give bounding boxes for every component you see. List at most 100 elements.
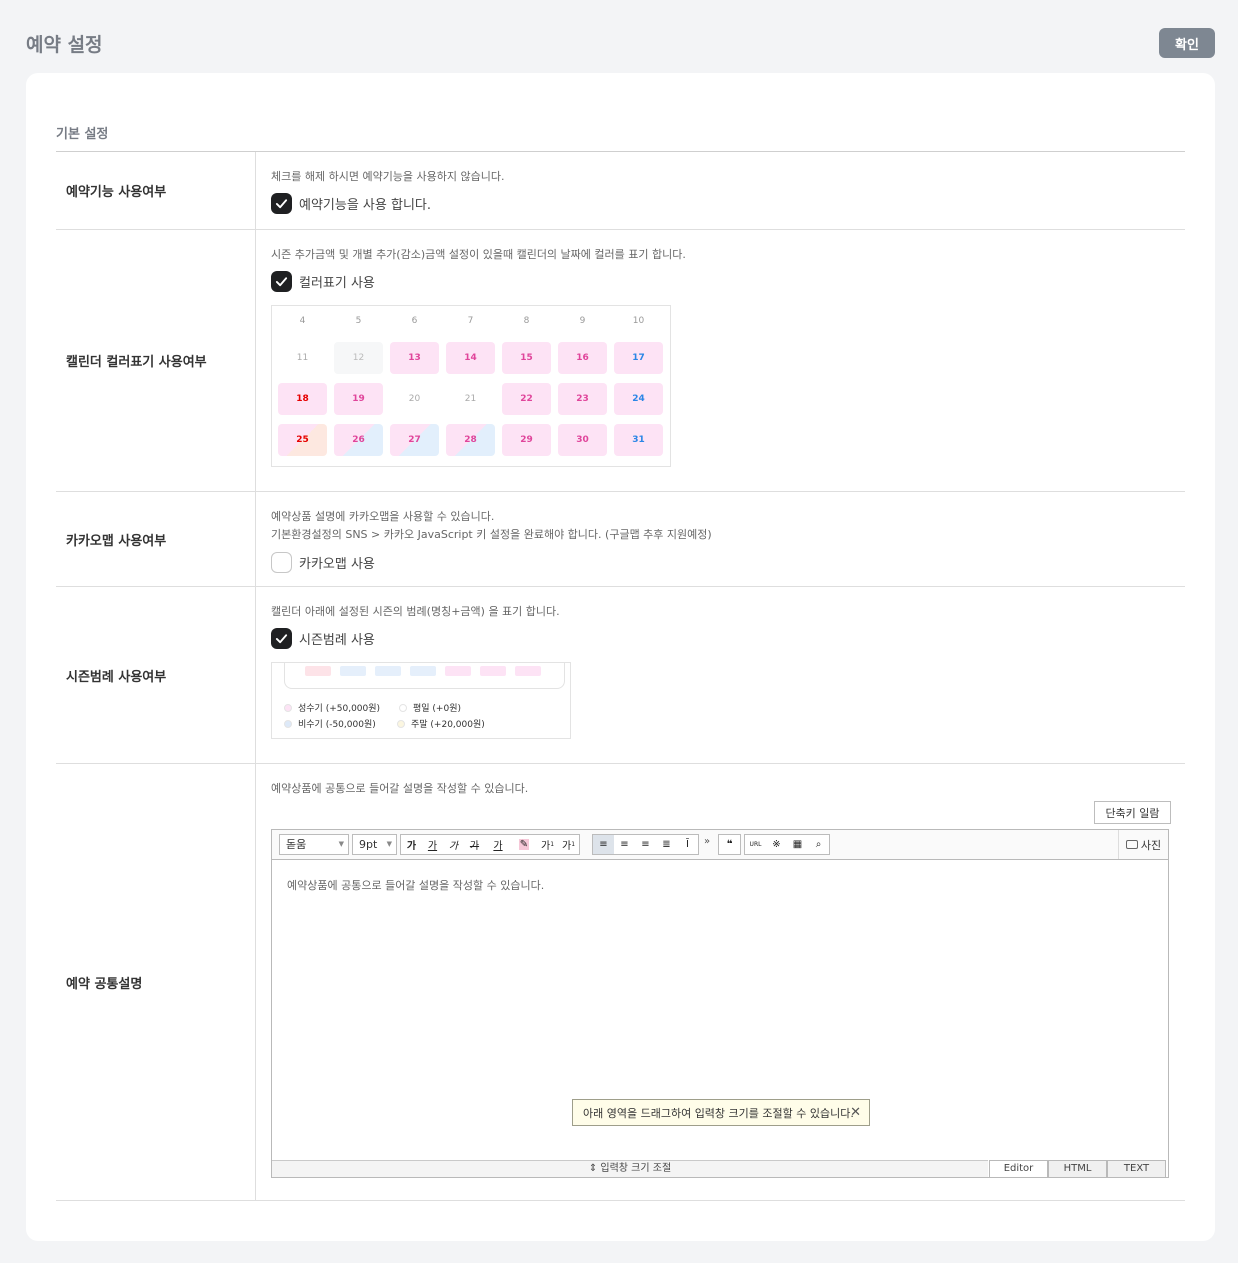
shortcut-list-button[interactable]: 단축키 일람: [1094, 801, 1171, 824]
font-size-value: 9pt: [359, 838, 378, 851]
check-icon: [275, 633, 288, 643]
subscript-button[interactable]: 가1: [558, 835, 579, 854]
legend-checkbox[interactable]: [271, 627, 292, 649]
highlight-color-button[interactable]: ✎: [511, 835, 537, 854]
calendar-preview: 4 5 6 7 8 9 10 11 12 13 14 15 16 17 18 19 20 21 22 23 24 25 26…: [271, 305, 671, 467]
find-icon[interactable]: ⌕: [808, 835, 829, 854]
row-calendar-color: 캘린더 컬러표기 사용여부 시즌 추가금액 및 개별 추가(감소)금액 설정이 …: [56, 230, 1185, 492]
check-icon: [275, 276, 288, 286]
color-checkbox-line[interactable]: 컬러표기 사용: [271, 270, 1170, 292]
tab-text[interactable]: TEXT: [1107, 1160, 1166, 1177]
calendar-day: 12: [334, 342, 383, 374]
editor-mode-tabs: Editor HTML TEXT: [989, 1160, 1166, 1177]
font-family-select[interactable]: 돋움 ▼: [279, 834, 349, 855]
row-description-2: 기본환경설정의 SNS > 카카오 JavaScript 키 설정을 완료해야 …: [271, 528, 712, 541]
quote-group: ❝: [718, 834, 741, 855]
mini-swatch: [410, 666, 436, 676]
kakao-checkbox[interactable]: [271, 551, 292, 573]
bold-button[interactable]: 가: [401, 835, 422, 854]
camera-icon: [1125, 840, 1138, 849]
line-height-icon[interactable]: Ī: [677, 835, 698, 854]
resize-handle[interactable]: ⇕ 입력창 크기 조절: [272, 1160, 988, 1177]
confirm-button[interactable]: 확인: [1159, 28, 1215, 58]
legend-checkbox-line[interactable]: 시즌범례 사용: [271, 627, 1170, 649]
calendar-day: 28: [446, 424, 495, 456]
row-booking: 예약기능 사용여부 체크를 해제 하시면 예약기능을 사용하지 않습니다. 예약…: [56, 152, 1185, 230]
calendar-day: 24: [614, 383, 663, 415]
legend-mini-calendar: [284, 663, 565, 689]
align-left-icon[interactable]: ≡: [593, 835, 614, 854]
tab-editor[interactable]: Editor: [989, 1160, 1048, 1177]
underline-button[interactable]: 가: [422, 835, 443, 854]
row-body: 예약상품에 공통으로 들어갈 설명을 작성할 수 있습니다. 단축키 일람 돋움…: [256, 764, 1185, 1200]
align-center-icon[interactable]: ≡: [614, 835, 635, 854]
settings-table: 예약기능 사용여부 체크를 해제 하시면 예약기능을 사용하지 않습니다. 예약…: [56, 151, 1185, 1201]
section-title: 기본 설정: [56, 127, 109, 142]
highlight-icon: ✎: [518, 839, 530, 850]
align-group: ≡ ≡ ≡ ≣ Ī: [592, 834, 699, 855]
calendar-day: 14: [446, 342, 495, 374]
booking-checkbox[interactable]: [271, 192, 292, 214]
tab-html[interactable]: HTML: [1048, 1160, 1107, 1177]
row-label: 예약 공통설명: [56, 764, 256, 1200]
legend-dot: [397, 719, 405, 728]
calendar-day: 26: [334, 424, 383, 456]
row-season-legend: 시즌범례 사용여부 캘린더 아래에 설정된 시즌의 범례(명칭+금액) 을 표기…: [56, 587, 1185, 764]
mini-swatch: [445, 666, 471, 676]
resize-arrows-icon: ⇕: [588, 1163, 598, 1174]
kakao-checkbox-line[interactable]: 카카오맵 사용: [271, 551, 1170, 573]
row-common-description: 예약 공통설명 예약상품에 공통으로 들어갈 설명을 작성할 수 있습니다. 단…: [56, 764, 1185, 1201]
superscript-button[interactable]: 가1: [537, 835, 558, 854]
mini-swatch: [480, 666, 506, 676]
booking-checkbox-line[interactable]: 예약기능을 사용 합니다.: [271, 192, 1170, 214]
calendar-day: 22: [502, 383, 551, 415]
row-description: 예약상품에 공통으로 들어갈 설명을 작성할 수 있습니다.: [271, 782, 529, 795]
calendar-day: 6: [411, 316, 418, 326]
quote-icon[interactable]: ❝: [719, 835, 740, 854]
settings-card: 기본 설정 예약기능 사용여부 체크를 해제 하시면 예약기능을 사용하지 않습…: [26, 73, 1215, 1241]
italic-button[interactable]: 가: [443, 835, 464, 854]
mini-swatch: [515, 666, 541, 676]
table-icon[interactable]: ▦: [787, 835, 808, 854]
font-color-button[interactable]: 가: [485, 835, 511, 854]
align-right-icon[interactable]: ≡: [635, 835, 656, 854]
mini-swatch: [375, 666, 401, 676]
calendar-day: 17: [614, 342, 663, 374]
insert-group: URL ※ ▦ ⌕: [744, 834, 830, 855]
legend-dot: [399, 703, 407, 712]
font-size-select[interactable]: 9pt ▼: [352, 834, 397, 855]
link-url-icon[interactable]: URL: [745, 835, 766, 854]
calendar-day: 10: [632, 316, 645, 326]
calendar-day: 16: [558, 342, 607, 374]
page-title: 예약 설정: [26, 34, 103, 56]
row-body: 체크를 해제 하시면 예약기능을 사용하지 않습니다. 예약기능을 사용 합니다…: [256, 152, 1185, 229]
row-label: 예약기능 사용여부: [56, 152, 256, 229]
row-label: 카카오맵 사용여부: [56, 492, 256, 586]
checkbox-label: 시즌범례 사용: [299, 632, 375, 648]
strikethrough-button[interactable]: 가: [464, 835, 485, 854]
checkbox-label: 컬러표기 사용: [299, 275, 375, 291]
special-char-icon[interactable]: ※: [766, 835, 787, 854]
calendar-day: 19: [334, 383, 383, 415]
row-label: 시즌범례 사용여부: [56, 587, 256, 763]
editor-content-area[interactable]: 예약상품에 공통으로 들어갈 설명을 작성할 수 있습니다.: [272, 860, 1168, 910]
photo-upload-button[interactable]: 사진: [1118, 830, 1168, 859]
row-body: 캘린더 아래에 설정된 시즌의 범례(명칭+금액) 을 표기 합니다. 시즌범례…: [256, 587, 1185, 763]
legend-label: 평일 (+0원): [413, 704, 461, 714]
calendar-day: 5: [355, 316, 362, 326]
calendar-day: 31: [614, 424, 663, 456]
legend-item-weekday: 평일 (+0원): [399, 701, 461, 714]
more-tools-icon[interactable]: »: [704, 836, 710, 847]
calendar-day: 13: [390, 342, 439, 374]
calendar-day: 18: [278, 383, 327, 415]
legend-label: 성수기 (+50,000원): [298, 704, 381, 714]
row-label: 캘린더 컬러표기 사용여부: [56, 230, 256, 491]
legend-item-off-season: 비수기 (-50,000원): [284, 717, 376, 730]
close-icon[interactable]: ✕: [850, 1105, 861, 1120]
align-justify-icon[interactable]: ≣: [656, 835, 677, 854]
chevron-down-icon: ▼: [338, 840, 344, 848]
row-description: 캘린더 아래에 설정된 시즌의 범례(명칭+금액) 을 표기 합니다.: [271, 605, 560, 618]
row-description: 체크를 해제 하시면 예약기능을 사용하지 않습니다.: [271, 170, 505, 183]
calendar-day: 30: [558, 424, 607, 456]
color-checkbox[interactable]: [271, 270, 292, 292]
